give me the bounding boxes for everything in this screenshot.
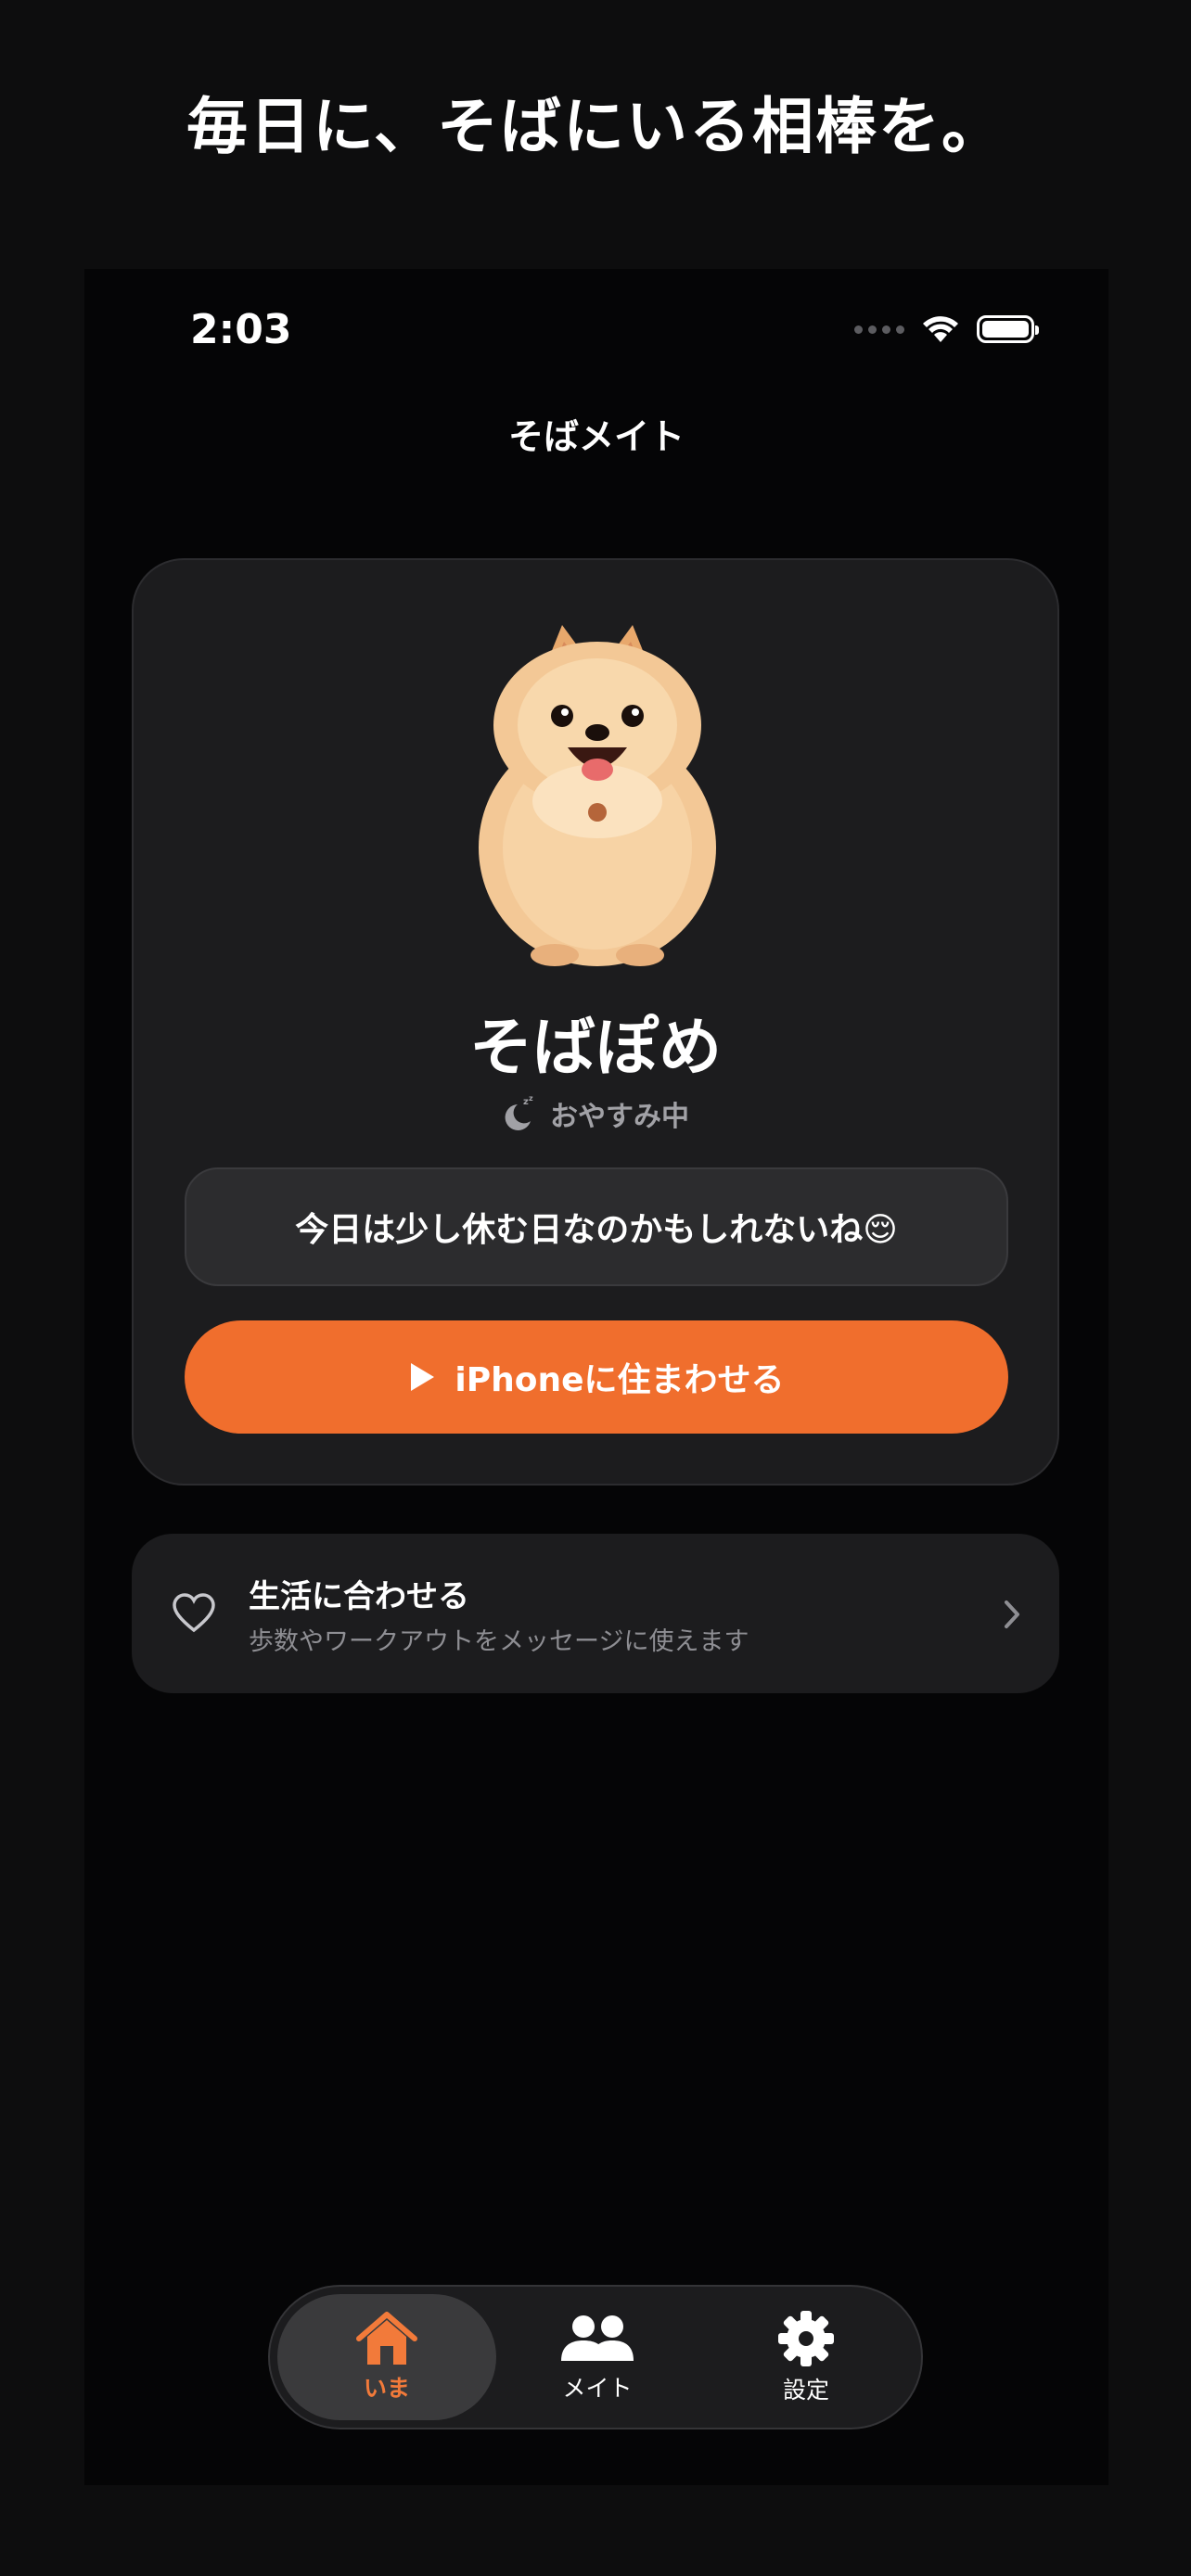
tab-mates-label: メイト bbox=[562, 2375, 633, 2402]
tab-now-label: いま bbox=[363, 2375, 410, 2402]
phone-screen: 2:03 そばメイト そばぽめ z z おやすみ中 今日は少し休む日なのかもしれ… bbox=[84, 269, 1108, 2485]
pet-status: z z おやすみ中 bbox=[134, 1093, 1057, 1134]
chevron-right-icon bbox=[1005, 1600, 1019, 1628]
status-time: 2:03 bbox=[190, 306, 292, 353]
live-on-iphone-button[interactable]: iPhoneに住まわせる bbox=[185, 1320, 1008, 1434]
status-icons bbox=[854, 306, 1039, 352]
pet-status-label: おやすみ中 bbox=[550, 1101, 689, 1133]
headline: 毎日に、そばにいる相棒を。 bbox=[186, 91, 1005, 162]
heart-icon bbox=[173, 1593, 215, 1633]
pet-message: 今日は少し休む日なのかもしれないね😌 bbox=[185, 1167, 1008, 1286]
gear-icon bbox=[778, 2311, 834, 2366]
tab-settings-label: 設定 bbox=[782, 2377, 829, 2404]
tab-mates[interactable]: メイト bbox=[488, 2294, 707, 2420]
pet-name: そばぽめ bbox=[468, 1012, 722, 1085]
nav-title: そばメイト bbox=[507, 416, 685, 457]
tab-now[interactable]: いま bbox=[277, 2294, 496, 2420]
house-icon bbox=[356, 2312, 417, 2365]
play-icon bbox=[411, 1363, 435, 1391]
moon-sleep-icon: z z bbox=[505, 1095, 533, 1130]
lifestyle-sync-title: 生活に合わせる bbox=[249, 1578, 469, 1615]
lifestyle-sync-row[interactable]: 生活に合わせる 歩数やワークアウトをメッセージに使えます bbox=[132, 1534, 1059, 1693]
battery-icon bbox=[977, 315, 1039, 343]
wifi-icon bbox=[923, 316, 958, 342]
lifestyle-sync-subtitle: 歩数やワークアウトをメッセージに使えます bbox=[249, 1627, 749, 1656]
tab-settings[interactable]: 設定 bbox=[697, 2294, 916, 2420]
pomeranian-illustration bbox=[479, 625, 716, 966]
svg-text:z: z bbox=[529, 1095, 533, 1103]
cellular-signal-icon bbox=[854, 325, 904, 334]
people-icon bbox=[561, 2315, 634, 2361]
live-on-iphone-label: iPhoneに住まわせる bbox=[455, 1361, 785, 1399]
pet-card: そばぽめ z z おやすみ中 今日は少し休む日なのかもしれないね😌 iPhone… bbox=[132, 558, 1059, 1486]
tab-bar: いま メイト 設定 bbox=[268, 2285, 923, 2429]
